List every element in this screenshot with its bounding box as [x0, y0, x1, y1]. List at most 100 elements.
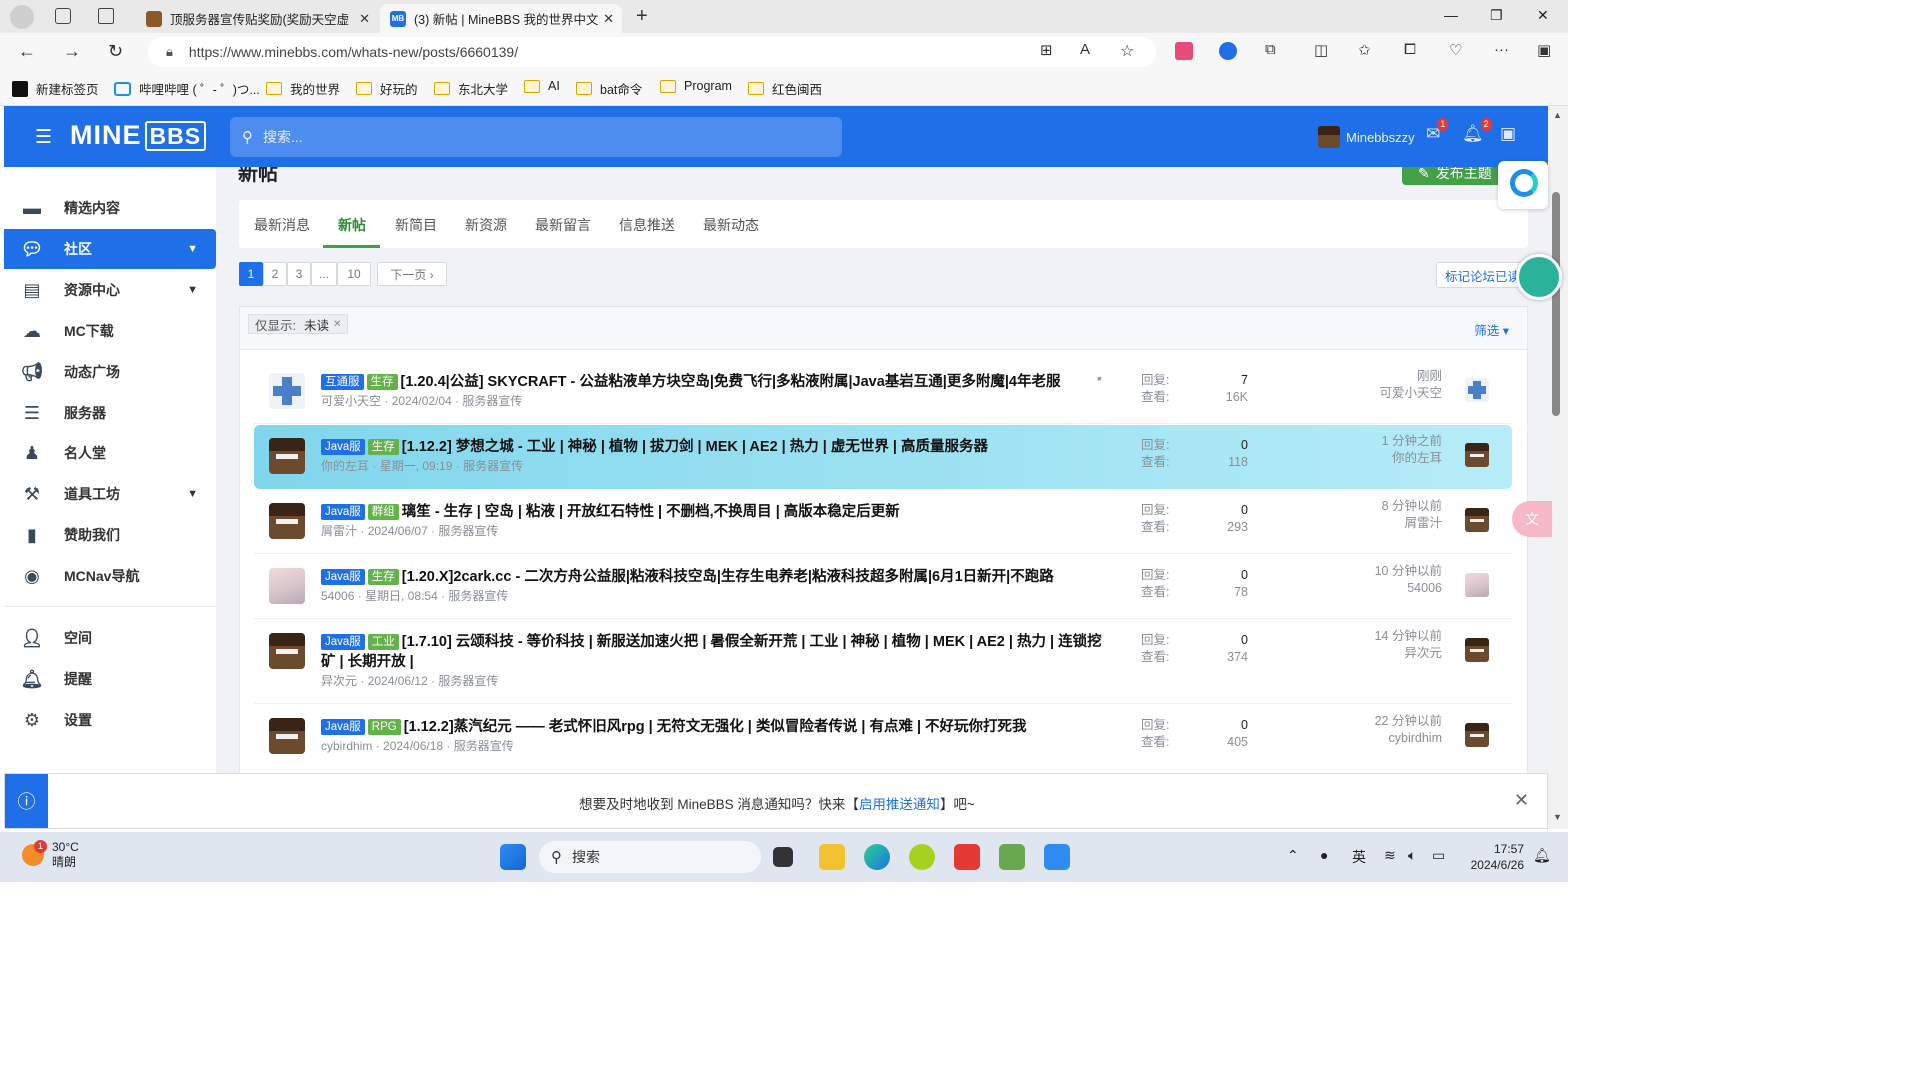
thread-prefix-label[interactable]: 生存: [367, 569, 399, 585]
start-icon[interactable]: [500, 844, 526, 870]
last-post-user[interactable]: 异次元: [1404, 646, 1442, 660]
ime-indicator[interactable]: 英: [1352, 847, 1366, 867]
favorite-star-icon[interactable]: ☆: [1120, 41, 1134, 61]
filters-button[interactable]: 筛选 ▾: [1474, 320, 1509, 339]
workspaces-icon[interactable]: [55, 8, 71, 24]
thread-row[interactable]: Java服 群组 璃笙 - 生存 | 空岛 | 粘液 | 开放红石特性 | 不删档,…: [254, 490, 1512, 554]
thread-forum[interactable]: 服务器宣传: [448, 589, 508, 603]
thread-prefix-label[interactable]: 生存: [367, 439, 399, 455]
scroll-down-icon[interactable]: ▼: [1553, 812, 1562, 822]
minecraft-icon[interactable]: [999, 844, 1025, 870]
tab-latest-activity[interactable]: 最新动态: [703, 215, 759, 235]
close-window-icon[interactable]: ✕: [1537, 7, 1549, 24]
last-post-info[interactable]: 14 分钟以前异次元: [1314, 628, 1442, 662]
thread-prefix-label[interactable]: Java服: [321, 569, 365, 585]
thread-forum[interactable]: 服务器宣传: [438, 674, 498, 688]
thread-row[interactable]: Java服 工业 [1.7.10] 云颂科技 - 等价科技 | 新服送加速火把 | …: [254, 620, 1512, 704]
extensions-icon[interactable]: ⧉: [1265, 41, 1276, 58]
avatar[interactable]: [269, 633, 305, 669]
last-poster-avatar[interactable]: [1465, 508, 1489, 532]
thread-title-text[interactable]: 璃笙 - 生存 | 空岛 | 粘液 | 开放红石特性 | 不删档,不换周目 | …: [402, 504, 900, 520]
wifi-icon[interactable]: ≋: [1384, 847, 1396, 864]
last-post-info[interactable]: 10 分钟以前 54006: [1314, 563, 1442, 597]
scroll-up-icon[interactable]: ▲: [1553, 110, 1562, 120]
lock-icon[interactable]: 🔒︎: [166, 44, 173, 60]
last-poster-avatar[interactable]: [1465, 443, 1489, 467]
close-tab-icon[interactable]: ✕: [603, 11, 614, 27]
enable-push-link[interactable]: 启用推送通知: [859, 797, 940, 812]
tray-app-icon[interactable]: ●: [1320, 847, 1328, 863]
thread-date[interactable]: 2024/06/12: [368, 674, 428, 688]
page-1-button[interactable]: 1: [239, 262, 263, 286]
sidebar-item-hall-of-fame[interactable]: ♟ 名人堂: [4, 433, 216, 473]
thread-title[interactable]: Java服 RPG [1.12.2]蒸汽纪元 —— 老式怀旧风rpg | 无符文无强…: [321, 717, 1111, 737]
thread-prefix-label[interactable]: Java服: [321, 719, 365, 735]
user-menu[interactable]: Minebbszzy: [1318, 126, 1415, 148]
site-logo[interactable]: MINE BBS: [70, 120, 207, 151]
last-post-user[interactable]: cybirdhim: [1389, 731, 1443, 745]
thread-date[interactable]: 2024/02/04: [392, 394, 452, 408]
thread-row[interactable]: Java服 RPG [1.12.2]蒸汽纪元 —— 老式怀旧风rpg | 无符文无强…: [254, 705, 1512, 769]
wps-icon[interactable]: [954, 844, 980, 870]
app-icon[interactable]: ⊞: [1040, 41, 1053, 59]
thread-forum[interactable]: 服务器宣传: [462, 394, 522, 408]
thread-title[interactable]: Java服 生存 [1.12.2] 梦想之城 - 工业 | 神秘 | 植物 | 拔刀…: [321, 437, 1111, 457]
thread-author[interactable]: cybirdhim: [321, 739, 372, 753]
page-10-button[interactable]: 10: [337, 262, 371, 286]
sidebar-item-workshop[interactable]: ⚒ 道具工坊 ▼: [4, 474, 216, 514]
back-icon[interactable]: ←: [18, 41, 36, 62]
bell-icon[interactable]: 🔔︎ 2: [1462, 118, 1492, 144]
tab-latest[interactable]: 最新消息: [254, 215, 310, 235]
bookmark-folder[interactable]: AI: [524, 79, 560, 93]
sidebar-item-community[interactable]: 💬︎ 社区 ▼: [4, 229, 216, 269]
browser-tab-1[interactable]: 顶服务器宣传贴奖励(奖励天空虚 ✕: [136, 4, 378, 33]
health-icon[interactable]: ♡: [1449, 41, 1462, 59]
sidebar-item-space[interactable]: 👤︎ 空间: [4, 618, 216, 658]
refresh-icon[interactable]: ↻: [108, 41, 123, 62]
thread-author[interactable]: 可爱小天空: [321, 394, 381, 408]
minimize-icon[interactable]: —: [1444, 7, 1458, 23]
thread-date[interactable]: 2024/06/07: [368, 524, 428, 538]
last-post-time[interactable]: 10 分钟以前: [1375, 564, 1442, 578]
last-post-time[interactable]: 14 分钟以前: [1375, 629, 1442, 643]
thread-title[interactable]: 互通服 生存 [1.20.4|公益] SKYCRAFT - 公益粘液单方块空岛|免费…: [321, 372, 1111, 392]
bookmark-bilibili[interactable]: 哔哩哔哩 ( ゜- ゜)つ...: [114, 79, 260, 98]
translate-extension-icon[interactable]: [1175, 42, 1193, 60]
sidebar-item-settings[interactable]: ⚙ 设置: [4, 700, 216, 740]
tab-push-info[interactable]: 信息推送: [619, 215, 675, 235]
url-text[interactable]: https://www.minebbs.com/whats-new/posts/…: [189, 44, 518, 60]
page-3-button[interactable]: 3: [287, 262, 311, 286]
last-poster-avatar[interactable]: [1465, 573, 1489, 597]
thread-title[interactable]: Java服 工业 [1.7.10] 云颂科技 - 等价科技 | 新服送加速火把 | …: [321, 632, 1111, 672]
thread-title-text[interactable]: [1.7.10] 云颂科技 - 等价科技 | 新服送加速火把 | 暑假全新开荒 …: [321, 634, 1102, 670]
last-post-time[interactable]: 刚刚: [1417, 369, 1442, 383]
mail-icon[interactable]: ✉ 1: [1426, 118, 1449, 144]
last-post-info[interactable]: 刚刚 可爱小天空: [1314, 368, 1442, 402]
last-post-info[interactable]: 22 分钟以前 cybirdhim: [1314, 713, 1442, 747]
thread-prefix-label[interactable]: 生存: [366, 374, 398, 390]
sidebar-item-mc-download[interactable]: ☁ MC下载: [4, 311, 216, 351]
thread-row[interactable]: 互通服 生存 [1.20.4|公益] SKYCRAFT - 公益粘液单方块空岛|免费…: [254, 360, 1512, 424]
favorites-icon[interactable]: ✩: [1358, 41, 1371, 59]
last-post-info[interactable]: 8 分钟以前 屑雷汁: [1314, 498, 1442, 532]
tab-new-resources[interactable]: 新资源: [465, 215, 507, 235]
last-poster-avatar[interactable]: [1465, 638, 1489, 662]
sidebar-item-alerts[interactable]: 🔔︎ 提醒: [4, 659, 216, 699]
bookmark-folder[interactable]: 东北大学: [434, 79, 508, 98]
last-post-info[interactable]: 1 分钟之前 你的左耳: [1314, 433, 1442, 467]
page-ellipsis[interactable]: ...: [311, 262, 337, 286]
bookmark-folder[interactable]: 我的世界: [266, 79, 340, 98]
battery-icon[interactable]: ▭: [1432, 847, 1445, 864]
edge-icon[interactable]: [864, 844, 890, 870]
bookmark-folder[interactable]: bat命令: [576, 79, 642, 98]
thread-author[interactable]: 你的左耳: [321, 459, 369, 473]
thread-date[interactable]: 2024/06/18: [383, 739, 443, 753]
thread-title-text[interactable]: [1.20.X]2cark.cc - 二次方舟公益服|粘液科技空岛|生存生电养老…: [402, 569, 1054, 585]
avatar[interactable]: [269, 568, 305, 604]
thread-author[interactable]: 屑雷汁: [321, 524, 357, 538]
thread-date[interactable]: 星期一, 09:19: [380, 459, 453, 473]
thread-author[interactable]: 异次元: [321, 674, 357, 688]
weather-widget[interactable]: 1 30°C 晴朗: [22, 840, 79, 870]
bookmark-icon[interactable]: ▣: [1500, 124, 1516, 144]
remove-filter-icon[interactable]: ✕: [333, 319, 341, 330]
